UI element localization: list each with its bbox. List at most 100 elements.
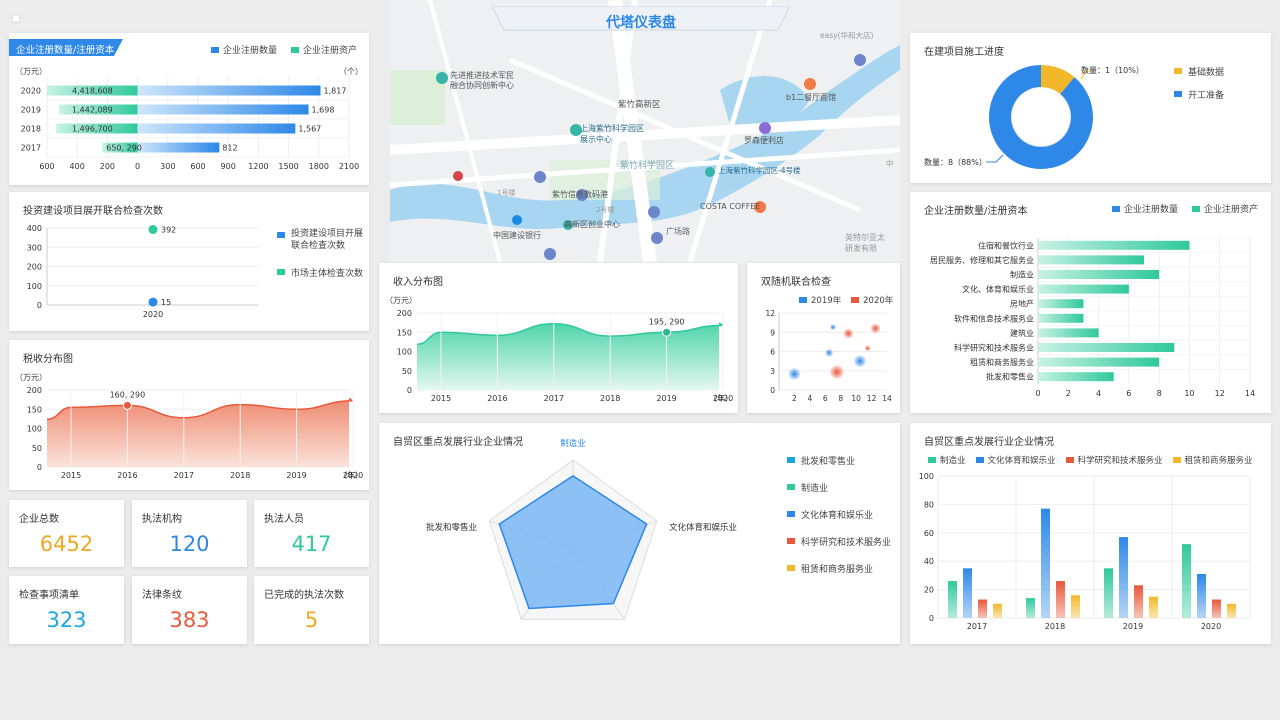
bank-pin-icon[interactable] (512, 215, 522, 225)
map-pin-icon[interactable] (705, 167, 715, 177)
scatter-point (148, 225, 158, 235)
stat-card-laws[interactable]: 法律条纹 383 (132, 576, 247, 644)
x-tick-label: 1500 (278, 162, 298, 171)
scatter-point (830, 324, 836, 331)
bar (1038, 284, 1129, 294)
parking-icon[interactable] (534, 171, 546, 183)
y-category-label: 租赁和商务服务业 (970, 357, 1034, 367)
y-category-label: 2020 (21, 87, 41, 96)
y-tick-label: 50 (32, 444, 42, 453)
parking-icon[interactable] (544, 248, 556, 260)
random-scatter-chart: 12 9 6 3 0 2 4 6 8 10 12 14 (765, 309, 892, 403)
map-label: 2号楼 (596, 205, 614, 214)
map-label: 先进推进技术军民 (450, 70, 514, 80)
stat-value: 417 (291, 532, 332, 556)
point-label: 392 (161, 226, 176, 235)
highlight-label: 195, 290 (649, 317, 685, 326)
bar-asset-label: 650, 290 (106, 144, 142, 153)
x-tick-label: 600 (190, 162, 205, 171)
legend-swatch (787, 484, 795, 490)
legend-swatch (787, 511, 795, 517)
shop-pin-icon[interactable] (759, 122, 771, 134)
stat-value: 6452 (39, 532, 94, 556)
map-label: 1号楼 (497, 188, 515, 197)
highlight-label: 160, 290 (110, 390, 146, 399)
map-view[interactable]: 先进推进技术军民 融合协同创新中心 紫竹高新区 上海紫竹科学园区 展示中心 b1… (390, 0, 900, 262)
column-bar (1212, 599, 1221, 618)
column-bar (1149, 596, 1158, 618)
map-label: 展示中心 (580, 134, 612, 144)
x-tick-label: 2016 (117, 471, 137, 480)
y-category-label: 2018 (21, 125, 41, 134)
bar (1038, 270, 1160, 279)
x-tick-label: 900 (221, 162, 236, 171)
legend-label: 文化体育和娱乐业 (801, 511, 874, 521)
stat-card-officers[interactable]: 执法人员 417 (254, 500, 369, 567)
x-tick-label: 10 (1184, 389, 1194, 398)
legend-item-culture[interactable]: 文化体育和娱乐业 (787, 508, 891, 521)
legend-item-project[interactable]: 投资建设项目开展联合检查次数 (277, 228, 367, 252)
x-tick-label: 2 (792, 394, 797, 403)
legend-item-leasing[interactable]: 租赁和商务服务业 (787, 562, 891, 575)
registration-bar-chart: （万元） （个） 600 400 200 0 300 600 900 1200 1500 1800 21… (15, 67, 363, 171)
column-bar (948, 581, 957, 618)
map-label: 高新区创业中心 (564, 219, 620, 229)
y-tick-label: 0 (37, 301, 42, 310)
legend-item-wholesale[interactable]: 批发和零售业 (787, 454, 891, 467)
parking-icon[interactable] (648, 206, 660, 218)
legend-item-manufacturing[interactable]: 制造业 (787, 481, 891, 494)
stat-label: 企业总数 (19, 514, 59, 525)
stat-card-agencies[interactable]: 执法机构 120 (132, 500, 247, 567)
slice-label: 数量：8（88%） (924, 157, 987, 167)
y-category-label: 科学研究和技术服务业 (954, 343, 1034, 353)
legend-label: 市场主体检查次数 (291, 269, 364, 279)
bar-asset-label: 4,418,608 (72, 87, 113, 96)
stat-label: 检查事项清单 (19, 590, 79, 601)
column-bar (1197, 573, 1206, 618)
bar-count-label: 812 (222, 144, 237, 153)
x-tick-label: 2016 (487, 394, 507, 403)
stat-label: 执法机构 (142, 514, 182, 525)
stat-card-completed[interactable]: 已完成的执法次数 5 (254, 576, 369, 644)
location-marker-icon[interactable] (453, 171, 463, 181)
legend-item-research[interactable]: 科学研究和技术服务业 (787, 535, 891, 548)
legend-item-market[interactable]: 市场主体检查次数 (277, 266, 367, 279)
stat-card-enterprises[interactable]: 企业总数 6452 (9, 500, 124, 567)
column-bar (1104, 568, 1113, 618)
stat-card-checklist[interactable]: 检查事项清单 323 (9, 576, 124, 644)
map-canvas: 先进推进技术军民 融合协同创新中心 紫竹高新区 上海紫竹科学园区 展示中心 b1… (390, 0, 900, 262)
bar-asset-label: 1,442,089 (72, 106, 113, 115)
axis-unit-left: （万元） (15, 67, 47, 76)
x-tick-label: 4 (807, 394, 812, 403)
x-tick-label: 2017 (544, 394, 564, 403)
x-tick-label: 600 (39, 162, 54, 171)
bar-count (137, 104, 309, 115)
legend-item-prep[interactable]: 开工准备 (1174, 88, 1224, 101)
x-tick-label: 10 (851, 394, 861, 403)
legend-label: 科学研究和技术服务业 (801, 538, 892, 548)
x-tick-label: 0 (135, 162, 140, 171)
legend-item-basic[interactable]: 基础数据 (1174, 65, 1224, 78)
map-pin-icon[interactable] (436, 72, 448, 84)
x-axis-unit: （年） (339, 470, 363, 480)
x-tick-label: 6 (1126, 389, 1131, 398)
column-bar (1026, 598, 1035, 618)
y-tick-label: 20 (924, 586, 934, 595)
slice-leader-line (986, 154, 1004, 163)
bar (1038, 357, 1160, 367)
parking-icon[interactable] (651, 232, 663, 244)
y-category-label: 居民服务、修理和其它服务业 (930, 255, 1034, 265)
x-tick-label: 8 (838, 394, 843, 403)
y-category-label: 2017 (21, 144, 41, 153)
y-tick-label: 100 (27, 282, 42, 291)
scatter-point (843, 328, 854, 339)
y-tick-label: 400 (27, 224, 42, 233)
x-tick-label: 12 (867, 394, 877, 403)
home-icon[interactable] (9, 8, 23, 23)
parking-icon[interactable] (854, 54, 866, 66)
x-tick-label: 12 (1215, 389, 1225, 398)
y-category-label: 制造业 (1010, 270, 1034, 280)
map-label: COSTA COFFEE (700, 202, 760, 211)
restaurant-pin-icon[interactable] (804, 78, 816, 90)
scatter-point (870, 323, 881, 334)
